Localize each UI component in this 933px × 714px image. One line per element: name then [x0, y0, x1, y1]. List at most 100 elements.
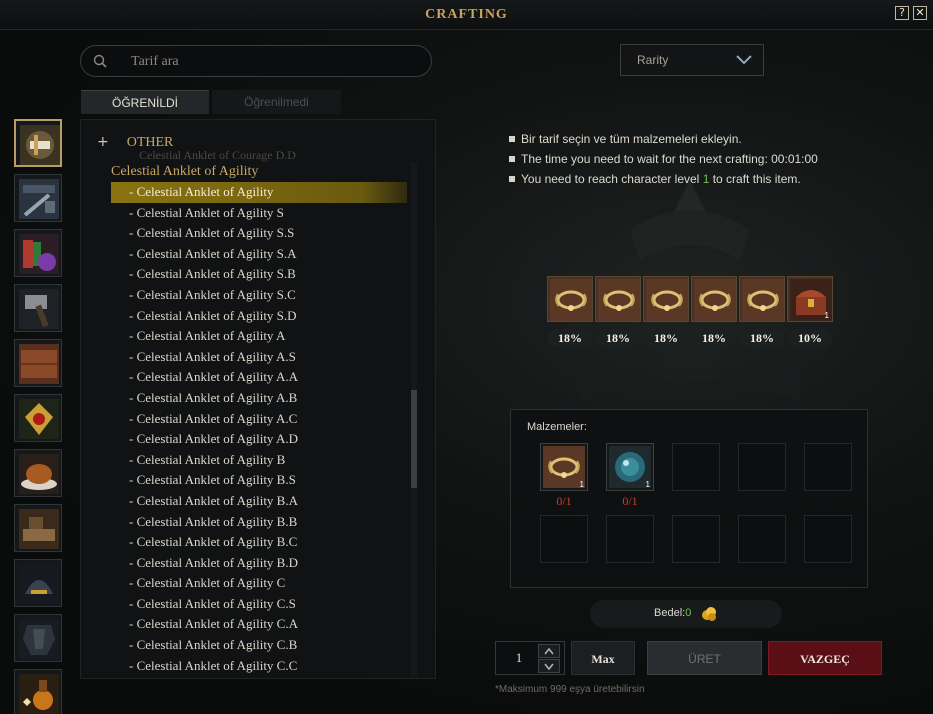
category-armor[interactable] [14, 614, 62, 662]
anklet-icon [598, 279, 640, 321]
category-helmets[interactable] [14, 559, 62, 607]
list-item[interactable]: - Celestial Anklet of Agility B.D [111, 553, 407, 574]
increment-button[interactable] [538, 644, 560, 658]
craft-button[interactable]: ÜRET [647, 641, 762, 675]
category-tools[interactable] [14, 174, 62, 222]
max-button[interactable]: Max [571, 641, 635, 675]
material-slot[interactable]: 1 [540, 443, 588, 491]
empty-material-slot[interactable] [606, 515, 654, 563]
info-text: The time you need to wait for the next c… [521, 152, 818, 166]
list-item[interactable]: - Celestial Anklet of Agility S.D [111, 306, 407, 327]
search-input[interactable] [131, 52, 421, 72]
recipe-scroll-icon [20, 125, 60, 165]
info-text: to craft this item. [709, 172, 801, 186]
list-item[interactable]: - Celestial Anklet of Agility C [111, 573, 407, 594]
list-item[interactable]: - Celestial Anklet of Agility S.C [111, 285, 407, 306]
list-item[interactable]: - Celestial Anklet of Agility S.S [111, 223, 407, 244]
quantity-stepper [495, 641, 565, 675]
list-item[interactable]: - Celestial Anklet of Agility C.A [111, 614, 407, 635]
empty-material-slot[interactable] [738, 443, 786, 491]
empty-material-slot[interactable] [672, 515, 720, 563]
material-quantity: 1 [645, 480, 650, 489]
result-slot[interactable] [595, 276, 641, 322]
empty-material-slot[interactable] [804, 515, 852, 563]
woodwork-icon [19, 509, 59, 549]
result-slot[interactable] [691, 276, 737, 322]
search-icon [93, 54, 107, 68]
list-item[interactable]: - Celestial Anklet of Agility B.C [111, 532, 407, 553]
category-list [14, 119, 66, 714]
list-item[interactable]: - Celestial Anklet of Agility S [111, 203, 407, 224]
result-slot[interactable] [643, 276, 689, 322]
list-item[interactable]: - Celestial Anklet of Agility A.S [111, 347, 407, 368]
info-text: Bir tarif seçin ve tüm malzemeleri ekley… [521, 132, 742, 146]
category-recipes[interactable] [14, 119, 62, 167]
result-slot[interactable]: 1 [787, 276, 833, 322]
list-item[interactable]: - Celestial Anklet of Agility C.B [111, 635, 407, 656]
food-icon [19, 454, 59, 494]
tab-not-learned[interactable]: Öğrenilmedi [212, 90, 341, 114]
list-item[interactable]: - Celestial Anklet of Agility C.D [111, 676, 407, 678]
material-quantity: 1 [579, 480, 584, 489]
category-cooking[interactable] [14, 449, 62, 497]
title-bar: CRAFTING ? ✕ [0, 0, 933, 30]
hammer-icon [19, 289, 59, 329]
recipe-info: Bir tarif seçin ve tüm malzemeleri ekley… [509, 130, 818, 190]
expand-icon[interactable]: + [97, 134, 109, 150]
crafting-window: CRAFTING ? ✕ ÖĞRENİLDİ Öğrenilmedi [0, 0, 933, 714]
info-line-level: You need to reach character level 1 to c… [509, 170, 818, 190]
cancel-button[interactable]: VAZGEÇ [768, 641, 882, 675]
list-item[interactable]: - Celestial Anklet of Agility A.C [111, 409, 407, 430]
anklet-icon [742, 279, 784, 321]
help-button[interactable]: ? [895, 6, 909, 20]
empty-material-slot[interactable] [738, 515, 786, 563]
anklet-icon [646, 279, 688, 321]
category-alchemy[interactable] [14, 669, 62, 714]
result-chance: 18% [644, 329, 688, 347]
window-title: CRAFTING [425, 7, 508, 22]
anklet-icon [694, 279, 736, 321]
list-item[interactable]: - Celestial Anklet of Agility A.A [111, 367, 407, 388]
category-jewelry[interactable] [14, 394, 62, 442]
list-item[interactable]: - Celestial Anklet of Agility B [111, 450, 407, 471]
result-chance: 18% [692, 329, 736, 347]
category-woodwork[interactable] [14, 504, 62, 552]
rarity-dropdown[interactable]: Rarity [620, 44, 764, 76]
scrollbar-thumb[interactable] [411, 390, 417, 488]
chevron-up-icon [544, 648, 554, 655]
recipe-search [80, 45, 432, 77]
subgroup-label[interactable]: Celestial Anklet of Agility [111, 164, 258, 180]
quantity-input[interactable] [504, 649, 534, 667]
bullet-icon [509, 156, 515, 162]
recipe-list-panel: + OTHER Celestial Anklet of Courage D.D C… [80, 119, 436, 679]
list-item[interactable]: - Celestial Anklet of Agility B.S [111, 470, 407, 491]
empty-material-slot[interactable] [540, 515, 588, 563]
info-text: You need to reach character level [521, 172, 703, 186]
tab-learned[interactable]: ÖĞRENİLDİ [81, 90, 209, 114]
result-chance: 18% [596, 329, 640, 347]
list-item[interactable]: - Celestial Anklet of Agility B.B [111, 512, 407, 533]
list-item[interactable]: - Celestial Anklet of Agility S.A [111, 244, 407, 265]
list-item[interactable]: - Celestial Anklet of Agility A [111, 326, 407, 347]
cost-label: Bedel: [654, 607, 686, 619]
category-smithing[interactable] [14, 284, 62, 332]
empty-material-slot[interactable] [804, 443, 852, 491]
list-item[interactable]: - Celestial Anklet of Agility A.B [111, 388, 407, 409]
result-quantity: 1 [824, 311, 829, 320]
empty-material-slot[interactable] [672, 443, 720, 491]
recipe-items: - Celestial Anklet of Agility - Celestial… [111, 182, 407, 678]
list-item[interactable]: - Celestial Anklet of Agility S.B [111, 264, 407, 285]
result-slot[interactable] [739, 276, 785, 322]
material-slot[interactable]: 1 [606, 443, 654, 491]
result-slot[interactable] [547, 276, 593, 322]
list-item[interactable]: - Celestial Anklet of Agility C.S [111, 594, 407, 615]
list-item[interactable]: - Celestial Anklet of Agility A.D [111, 429, 407, 450]
list-item[interactable]: - Celestial Anklet of Agility [111, 182, 407, 203]
list-item[interactable]: - Celestial Anklet of Agility C.C [111, 656, 407, 677]
category-sewing[interactable] [14, 229, 62, 277]
bullet-icon [509, 136, 515, 142]
decrement-button[interactable] [538, 659, 560, 673]
list-item[interactable]: - Celestial Anklet of Agility B.A [111, 491, 407, 512]
category-leather[interactable] [14, 339, 62, 387]
close-button[interactable]: ✕ [913, 6, 927, 20]
